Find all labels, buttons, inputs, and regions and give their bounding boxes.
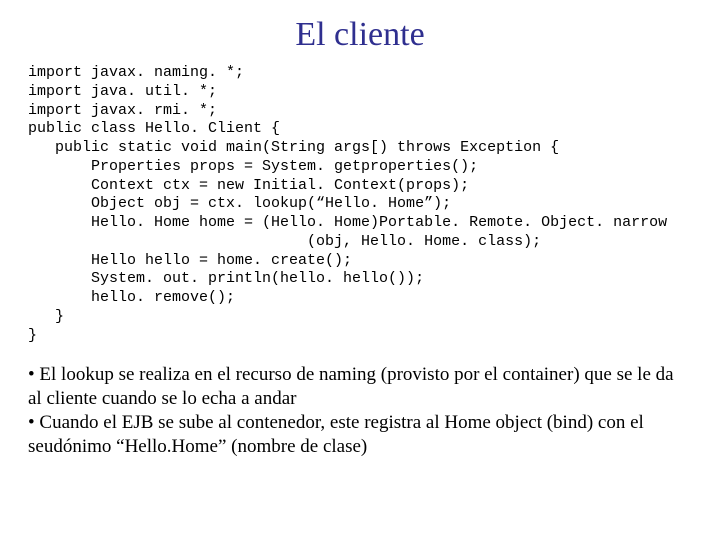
- code-block: import javax. naming. *; import java. ut…: [28, 64, 692, 345]
- slide: El cliente import javax. naming. *; impo…: [0, 0, 720, 540]
- bullet-item: • Cuando el EJB se sube al contenedor, e…: [28, 411, 692, 459]
- bullet-item: • El lookup se realiza en el recurso de …: [28, 363, 692, 411]
- slide-title: El cliente: [28, 16, 692, 54]
- notes-block: • El lookup se realiza en el recurso de …: [28, 363, 692, 458]
